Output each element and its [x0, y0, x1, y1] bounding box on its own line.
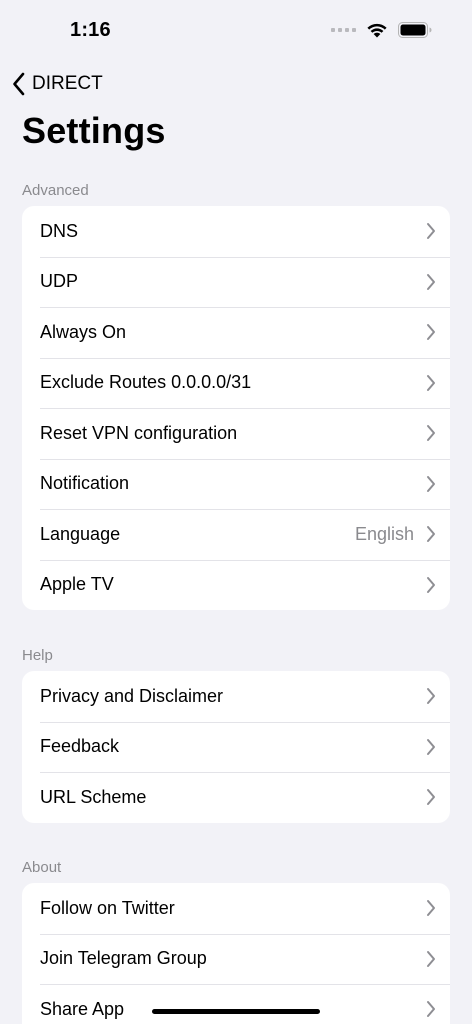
chevron-right-icon	[427, 223, 435, 240]
row-label: Language	[40, 523, 121, 544]
chevron-right-icon	[427, 324, 435, 341]
row-url-scheme[interactable]: URL Scheme	[22, 772, 450, 823]
row-udp[interactable]: UDP	[22, 256, 450, 308]
row-always-on[interactable]: Always On	[22, 307, 450, 358]
chevron-right-icon	[427, 576, 435, 593]
row-share-app[interactable]: Share App	[22, 984, 450, 1024]
row-label: Join Telegram Group	[40, 948, 207, 969]
about-group: Follow on Twitter Join Telegram Group Sh…	[22, 883, 450, 1024]
row-label: UDP	[40, 271, 79, 292]
row-label: Feedback	[40, 736, 120, 757]
row-feedback[interactable]: Feedback	[22, 721, 450, 773]
status-time: 1:16	[70, 19, 111, 41]
chevron-right-icon	[427, 425, 435, 442]
row-value-language: English	[354, 523, 414, 544]
row-label: Privacy and Disclaimer	[40, 685, 224, 706]
row-privacy-and-disclaimer[interactable]: Privacy and Disclaimer	[22, 671, 450, 722]
row-label: DNS	[40, 220, 79, 241]
cellular-signal-icon	[331, 28, 356, 32]
advanced-group: DNS UDP Always On Exclude Routes 0.0.0.0…	[22, 206, 450, 610]
wifi-icon	[367, 23, 387, 38]
row-join-telegram-group[interactable]: Join Telegram Group	[22, 933, 450, 985]
chevron-right-icon	[427, 374, 435, 391]
row-label: Notification	[40, 473, 130, 494]
chevron-right-icon	[427, 475, 435, 492]
row-dns[interactable]: DNS	[22, 206, 450, 257]
status-icons	[331, 22, 432, 38]
row-language[interactable]: Language English	[22, 509, 450, 560]
row-label: Exclude Routes 0.0.0.0/31	[40, 372, 252, 393]
page-title: Settings	[22, 110, 166, 151]
row-apple-tv[interactable]: Apple TV	[22, 559, 450, 611]
back-button[interactable]: DIRECT	[12, 70, 103, 98]
section-header-help: Help	[22, 647, 53, 664]
status-bar: 1:16	[0, 0, 472, 60]
home-indicator[interactable]	[152, 1009, 320, 1014]
chevron-right-icon	[427, 273, 435, 290]
chevron-right-icon	[427, 526, 435, 543]
back-button-label: DIRECT	[32, 73, 103, 94]
battery-icon	[398, 22, 432, 38]
chevron-left-icon	[13, 72, 25, 96]
chevron-right-icon	[427, 950, 435, 967]
row-follow-on-twitter[interactable]: Follow on Twitter	[22, 883, 450, 934]
section-header-about: About	[22, 859, 62, 876]
row-exclude-routes[interactable]: Exclude Routes 0.0.0.0/31	[22, 357, 450, 409]
chevron-right-icon	[427, 789, 435, 806]
row-reset-vpn-configuration[interactable]: Reset VPN configuration	[22, 408, 450, 459]
row-label: Follow on Twitter	[40, 897, 175, 918]
help-group: Privacy and Disclaimer Feedback URL Sche…	[22, 671, 450, 823]
row-label: URL Scheme	[40, 786, 147, 807]
chevron-right-icon	[427, 900, 435, 917]
row-label: Always On	[40, 321, 127, 342]
chevron-right-icon	[427, 1001, 435, 1018]
row-label: Reset VPN configuration	[40, 422, 238, 443]
section-header-advanced: Advanced	[22, 182, 89, 199]
row-notification[interactable]: Notification	[22, 458, 450, 510]
row-label: Share App	[40, 998, 125, 1019]
row-label: Apple TV	[40, 574, 114, 595]
chevron-right-icon	[427, 738, 435, 755]
chevron-right-icon	[427, 688, 435, 705]
